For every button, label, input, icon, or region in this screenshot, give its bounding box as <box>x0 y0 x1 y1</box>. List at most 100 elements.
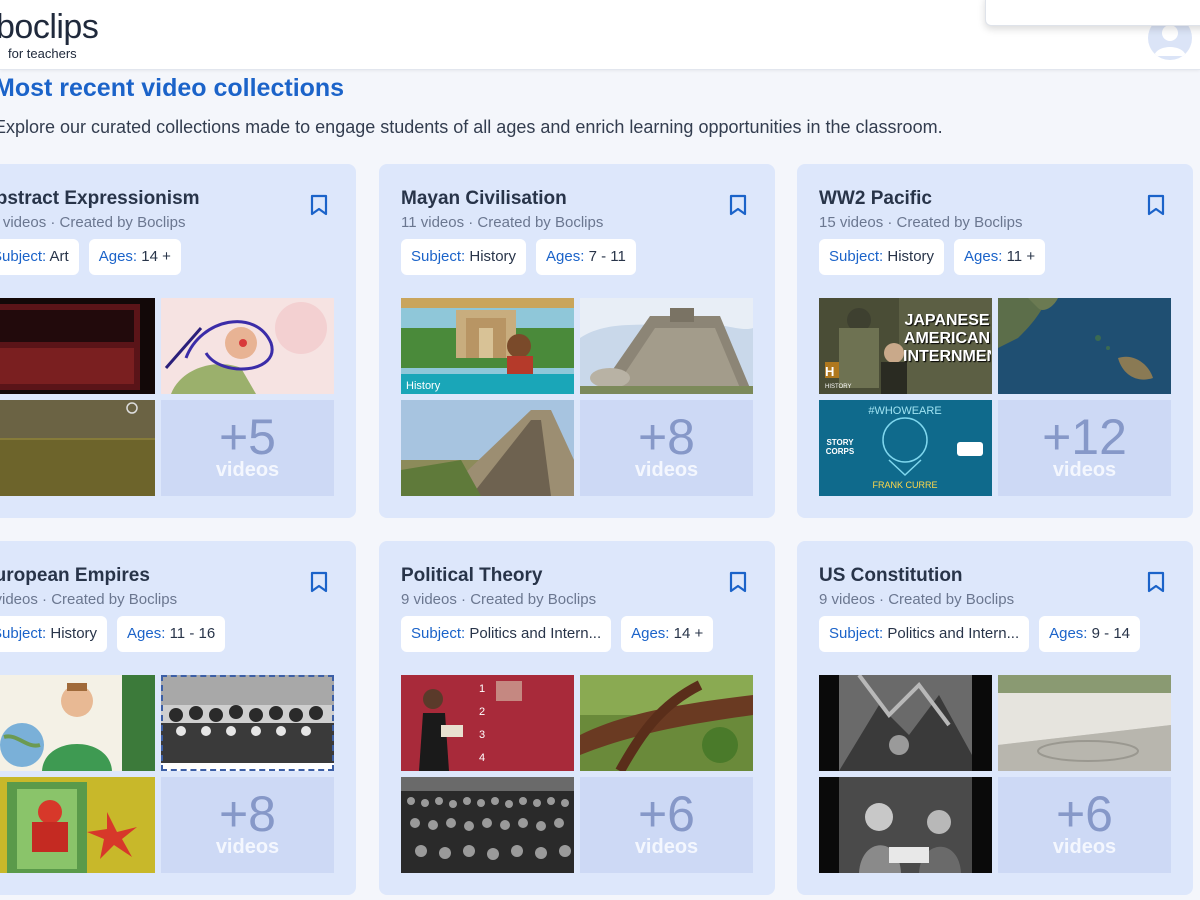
list-number: 4 <box>479 752 485 764</box>
more-videos-tile[interactable]: +8 videos <box>580 400 753 496</box>
ages-label: Ages: <box>98 248 138 265</box>
more-videos-count: +8 <box>218 786 276 842</box>
more-videos-label: videos <box>1052 459 1117 481</box>
ages-label: Ages: <box>964 248 1003 265</box>
logo-wordmark: boclips <box>0 8 99 46</box>
more-videos-count: +5 <box>218 409 276 465</box>
collection-thumbnails: +8 videos <box>0 675 334 873</box>
ages-label: Ages: <box>631 625 670 642</box>
video-thumbnail[interactable] <box>0 777 155 873</box>
collection-title[interactable]: Abstract Expressionism <box>0 188 200 210</box>
page-subtitle: Explore our curated collections made to … <box>0 117 943 137</box>
ages-badge[interactable]: Ages: 11 + <box>954 239 1046 275</box>
subject-label: Subject: <box>0 625 47 642</box>
collection-card[interactable]: Mayan Civilisation 11 videos · Created b… <box>379 164 775 518</box>
collection-meta: 14 videos · Created by Boclips <box>0 214 186 231</box>
ages-badge[interactable]: Ages: 14 + <box>88 239 181 275</box>
subject-badge[interactable]: Subject: Art <box>0 239 79 275</box>
subject-badge[interactable]: Subject: Politics and Intern... <box>401 616 612 652</box>
more-videos-tile[interactable]: +6 videos <box>580 777 753 873</box>
video-thumbnail[interactable] <box>998 298 1171 394</box>
collection-card[interactable]: Abstract Expressionism 14 videos · Creat… <box>0 164 356 518</box>
thumbnail-caption: History <box>406 380 441 392</box>
collection-tags: Subject: Art Ages: 14 + <box>0 239 181 275</box>
ages-badge[interactable]: Ages: 11 - 16 <box>117 616 226 652</box>
bookmark-icon[interactable] <box>310 571 328 593</box>
more-videos-count: +12 <box>1042 409 1127 465</box>
ages-badge[interactable]: Ages: 9 - 14 <box>1039 616 1140 652</box>
video-thumbnail[interactable]: 1 2 3 4 <box>401 675 574 771</box>
collection-title[interactable]: Political Theory <box>401 565 542 587</box>
video-thumbnail[interactable] <box>161 675 334 771</box>
collection-thumbnails: History +8 videos <box>401 298 753 496</box>
subject-label: Subject: <box>0 248 47 265</box>
more-videos-tile[interactable]: +5 videos <box>161 400 334 496</box>
more-videos-tile[interactable]: +8 videos <box>161 777 334 873</box>
list-number: 2 <box>479 706 485 718</box>
collection-title[interactable]: Mayan Civilisation <box>401 188 567 210</box>
subject-badge[interactable]: Subject: History <box>819 239 945 275</box>
more-videos-count: +6 <box>637 786 695 842</box>
thumbnail-caption: HISTORY <box>825 384 851 390</box>
collection-title[interactable]: WW2 Pacific <box>819 188 932 210</box>
video-thumbnail[interactable]: H HISTORY JAPANESE AMERICAN INTERNMENT <box>819 298 992 394</box>
more-videos-label: videos <box>1052 836 1117 858</box>
video-thumbnail[interactable] <box>819 777 992 873</box>
subject-value: History <box>469 248 517 265</box>
collection-meta: 11 videos · Created by Boclips <box>401 214 604 231</box>
ages-value: 11 + <box>1006 248 1036 265</box>
video-thumbnail[interactable] <box>161 298 334 394</box>
collection-meta: 9 videos · Created by Boclips <box>401 591 597 608</box>
more-videos-label: videos <box>634 459 699 481</box>
video-thumbnail[interactable] <box>0 400 155 496</box>
collection-thumbnails: +5 videos <box>0 298 334 496</box>
collection-card[interactable]: WW2 Pacific 15 videos · Created by Bocli… <box>797 164 1193 518</box>
thumbnail-caption: JAPANESE AMERICAN INTERNMENT <box>903 312 991 365</box>
video-thumbnail[interactable]: History <box>401 298 574 394</box>
bookmark-icon[interactable] <box>1147 194 1165 216</box>
video-thumbnail[interactable] <box>0 298 155 394</box>
collection-tags: Subject: History Ages: 11 - 16 <box>0 616 226 652</box>
subject-value: History <box>887 248 935 265</box>
thumbnail-caption: FRANK CURRE <box>872 480 937 490</box>
bookmark-icon[interactable] <box>729 194 747 216</box>
svg-text:H: H <box>825 364 834 379</box>
bookmark-icon[interactable] <box>729 571 747 593</box>
subject-label: Subject: <box>411 248 466 265</box>
video-thumbnail[interactable] <box>401 400 574 496</box>
collection-tags: Subject: Politics and Intern... Ages: 9 … <box>819 616 1140 652</box>
subject-label: Subject: <box>829 248 884 265</box>
boclips-logo[interactable]: boclips for teachers <box>0 8 99 61</box>
more-videos-count: +8 <box>637 409 695 465</box>
collection-card[interactable]: Political Theory 9 videos · Created by B… <box>379 541 775 895</box>
more-videos-tile[interactable]: +12 videos <box>998 400 1171 496</box>
video-thumbnail[interactable] <box>819 675 992 771</box>
video-thumbnail[interactable] <box>401 777 574 873</box>
subject-value: History <box>50 625 98 642</box>
ages-value: 14 + <box>673 625 704 642</box>
video-thumbnail[interactable] <box>998 675 1171 771</box>
collection-meta: 9 videos · Created by Boclips <box>819 591 1015 608</box>
subject-badge[interactable]: Subject: History <box>0 616 108 652</box>
video-thumbnail[interactable] <box>580 298 753 394</box>
thumbnail-caption: STORY CORPS <box>825 438 855 456</box>
ages-badge[interactable]: Ages: 7 - 11 <box>536 239 636 275</box>
collection-meta: 9 videos · Created by Boclips <box>0 591 178 608</box>
video-thumbnail[interactable]: #WHOWEARE FRANK CURRE STORY CORPS <box>819 400 992 496</box>
ages-value: 14 + <box>141 248 171 265</box>
collection-title[interactable]: US Constitution <box>819 565 963 587</box>
collection-title[interactable]: European Empires <box>0 565 150 587</box>
more-videos-label: videos <box>634 836 699 858</box>
account-popover <box>985 0 1200 26</box>
video-thumbnail[interactable] <box>0 675 155 771</box>
bookmark-icon[interactable] <box>310 194 328 216</box>
more-videos-tile[interactable]: +6 videos <box>998 777 1171 873</box>
subject-badge[interactable]: Subject: History <box>401 239 527 275</box>
video-thumbnail[interactable] <box>580 675 753 771</box>
subject-badge[interactable]: Subject: Politics and Intern... <box>819 616 1030 652</box>
collection-card[interactable]: European Empires 9 videos · Created by B… <box>0 541 356 895</box>
collection-card[interactable]: US Constitution 9 videos · Created by Bo… <box>797 541 1193 895</box>
ages-badge[interactable]: Ages: 14 + <box>621 616 714 652</box>
bookmark-icon[interactable] <box>1147 571 1165 593</box>
subject-value: Politics and Intern... <box>887 625 1020 642</box>
